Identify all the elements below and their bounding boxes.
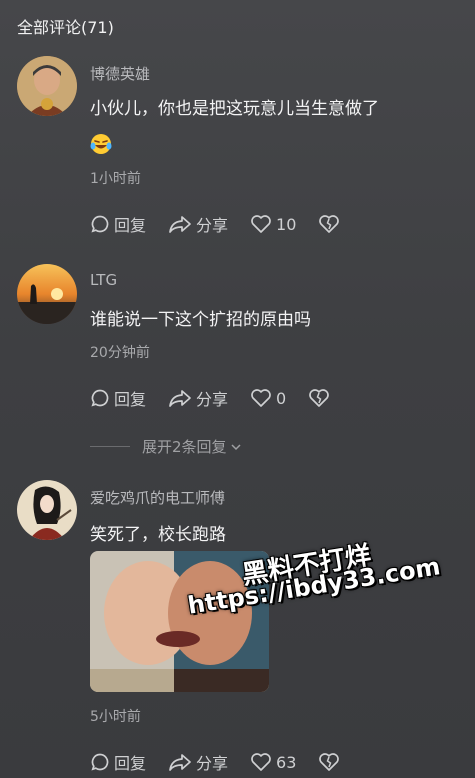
comment-bubble-icon (91, 753, 109, 771)
expand-replies-label: 展开2条回复 (142, 438, 227, 456)
share-arrow-icon (169, 390, 191, 407)
comment-text: 笑死了，校长跑路 (90, 525, 226, 545)
share-button[interactable]: 分享 (168, 212, 228, 236)
comment-time: 5小时前 (90, 709, 141, 725)
share-label: 分享 (196, 216, 229, 235)
chevron-down-icon (231, 443, 241, 450)
comment-bubble-icon (91, 389, 109, 407)
dislike-button[interactable] (318, 752, 344, 772)
reply-label: 回复 (114, 390, 147, 409)
like-count: 63 (276, 752, 297, 772)
comment-time: 1小时前 (90, 171, 141, 187)
avatar[interactable] (17, 56, 77, 116)
comment-author[interactable]: LTG (90, 271, 117, 289)
reply-label: 回复 (114, 216, 147, 235)
like-button[interactable]: 63 (250, 752, 296, 772)
broken-heart-icon (319, 753, 340, 771)
broken-heart-icon (319, 215, 340, 233)
avatar[interactable] (17, 264, 77, 324)
comment-actions: 回复 分享 63 (90, 750, 366, 774)
laughing-tears-emoji-icon (90, 134, 112, 154)
comment-author[interactable]: 爱吃鸡爪的电工师傅 (90, 487, 225, 508)
reply-label: 回复 (114, 754, 147, 773)
expand-replies-button[interactable]: 展开2条回复 (90, 436, 243, 457)
comment-bubble-icon (91, 215, 109, 233)
comment-actions: 回复 分享 0 (90, 386, 356, 410)
divider-line (90, 446, 130, 447)
like-count: 10 (276, 214, 297, 234)
share-arrow-icon (169, 754, 191, 771)
share-arrow-icon (169, 216, 191, 233)
comment-text: 谁能说一下这个扩招的原由吗 (90, 310, 311, 330)
share-label: 分享 (196, 390, 229, 409)
reply-button[interactable]: 回复 (90, 212, 146, 236)
share-button[interactable]: 分享 (168, 750, 228, 774)
broken-heart-icon (309, 389, 330, 407)
reply-button[interactable]: 回复 (90, 750, 146, 774)
avatar[interactable] (17, 480, 77, 540)
like-button[interactable]: 0 (250, 388, 286, 408)
comment-actions: 回复 分享 10 (90, 212, 366, 236)
comments-header: 全部评论(71) (17, 18, 114, 37)
dislike-button[interactable] (318, 214, 344, 234)
reply-button[interactable]: 回复 (90, 386, 146, 410)
like-button[interactable]: 10 (250, 214, 296, 234)
share-button[interactable]: 分享 (168, 386, 228, 410)
comment-text: 小伙儿，你也是把这玩意儿当生意做了 (90, 99, 379, 119)
comment-author[interactable]: 博德英雄 (90, 63, 150, 84)
like-count: 0 (276, 388, 287, 408)
heart-icon (251, 389, 271, 407)
heart-icon (251, 215, 271, 233)
comment-time: 20分钟前 (90, 345, 150, 361)
dislike-button[interactable] (308, 388, 334, 408)
heart-icon (251, 753, 271, 771)
share-label: 分享 (196, 754, 229, 773)
